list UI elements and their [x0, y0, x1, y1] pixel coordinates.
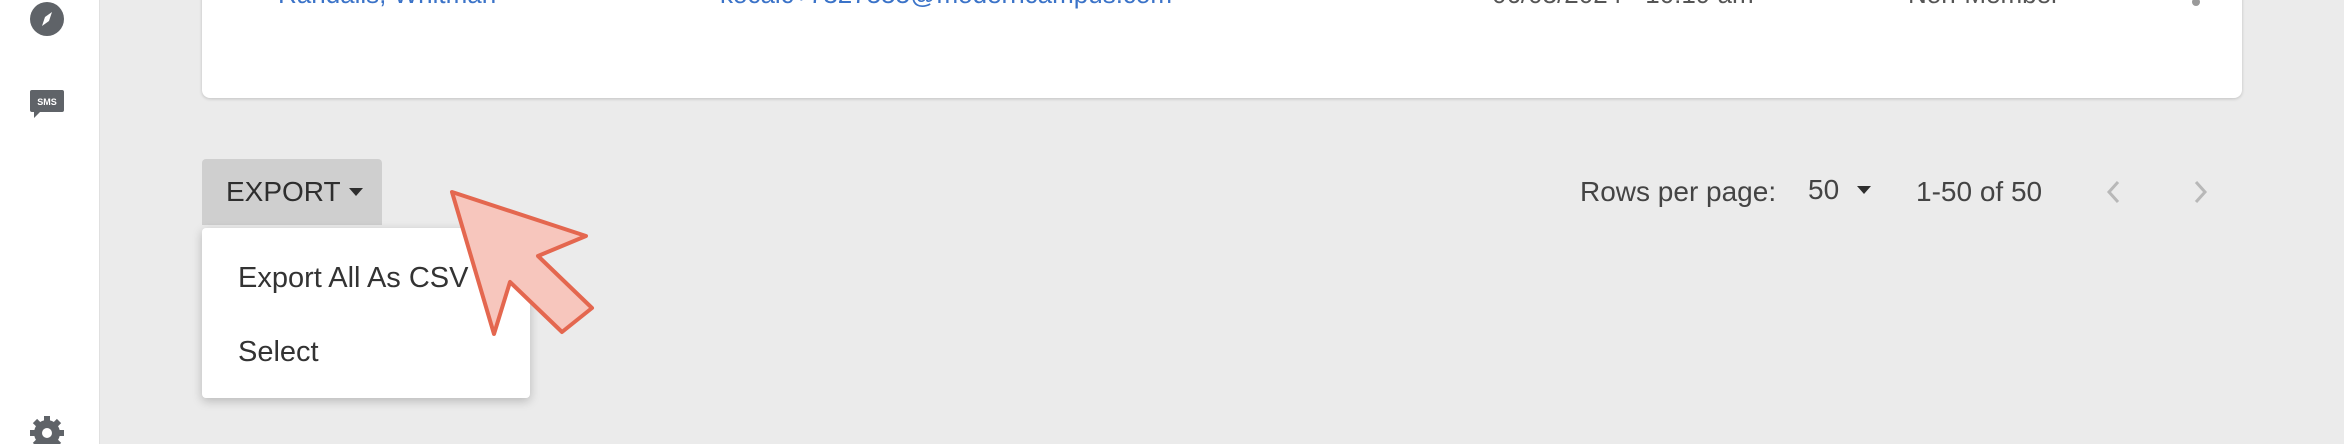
export-dropdown-menu: Export All As CSV Select [202, 228, 530, 398]
member-email-link[interactable]: kocalc+7327555@moderncampus.com [720, 0, 1172, 8]
chevron-left-icon [2106, 180, 2120, 204]
member-status: Non-Member [1908, 0, 2060, 8]
previous-page-button[interactable] [2094, 172, 2134, 212]
menu-item-select[interactable]: Select [238, 336, 319, 369]
caret-down-icon [348, 188, 363, 196]
export-button[interactable]: EXPORT [202, 159, 382, 225]
members-table-card: Randalls, Whitman kocalc+7327555@modernc… [202, 0, 2242, 98]
next-page-button[interactable] [2180, 172, 2220, 212]
chevron-down-icon [1857, 186, 1872, 194]
member-name-link[interactable]: Randalls, Whitman [278, 0, 496, 8]
sms-badge-text: SMS [37, 97, 57, 107]
rows-per-page-label: Rows per page: [1580, 176, 1777, 207]
member-date: 06/05/2024 - 10:19 am [1492, 0, 1754, 8]
export-button-label: EXPORT [226, 176, 341, 207]
menu-item-export-all[interactable]: Export All As CSV [238, 262, 469, 295]
pagination-bar: Rows per page: 50 1-50 of 50 [100, 170, 2344, 214]
gear-icon[interactable] [28, 414, 66, 444]
page-range-text: 1-50 of 50 [1916, 176, 2043, 207]
sms-icon[interactable]: SMS [28, 84, 66, 122]
table-row[interactable]: Randalls, Whitman kocalc+7327555@modernc… [202, 0, 2242, 8]
rows-per-page-value: 50 [1808, 174, 1840, 205]
compass-icon[interactable] [28, 0, 66, 38]
rows-per-page-select[interactable]: 50 [1808, 174, 1872, 206]
left-navigation-rail: SMS [0, 0, 100, 444]
row-actions-icon[interactable] [2192, 0, 2200, 6]
main-content: Randalls, Whitman kocalc+7327555@modernc… [100, 0, 2344, 444]
chevron-right-icon [2194, 180, 2208, 204]
